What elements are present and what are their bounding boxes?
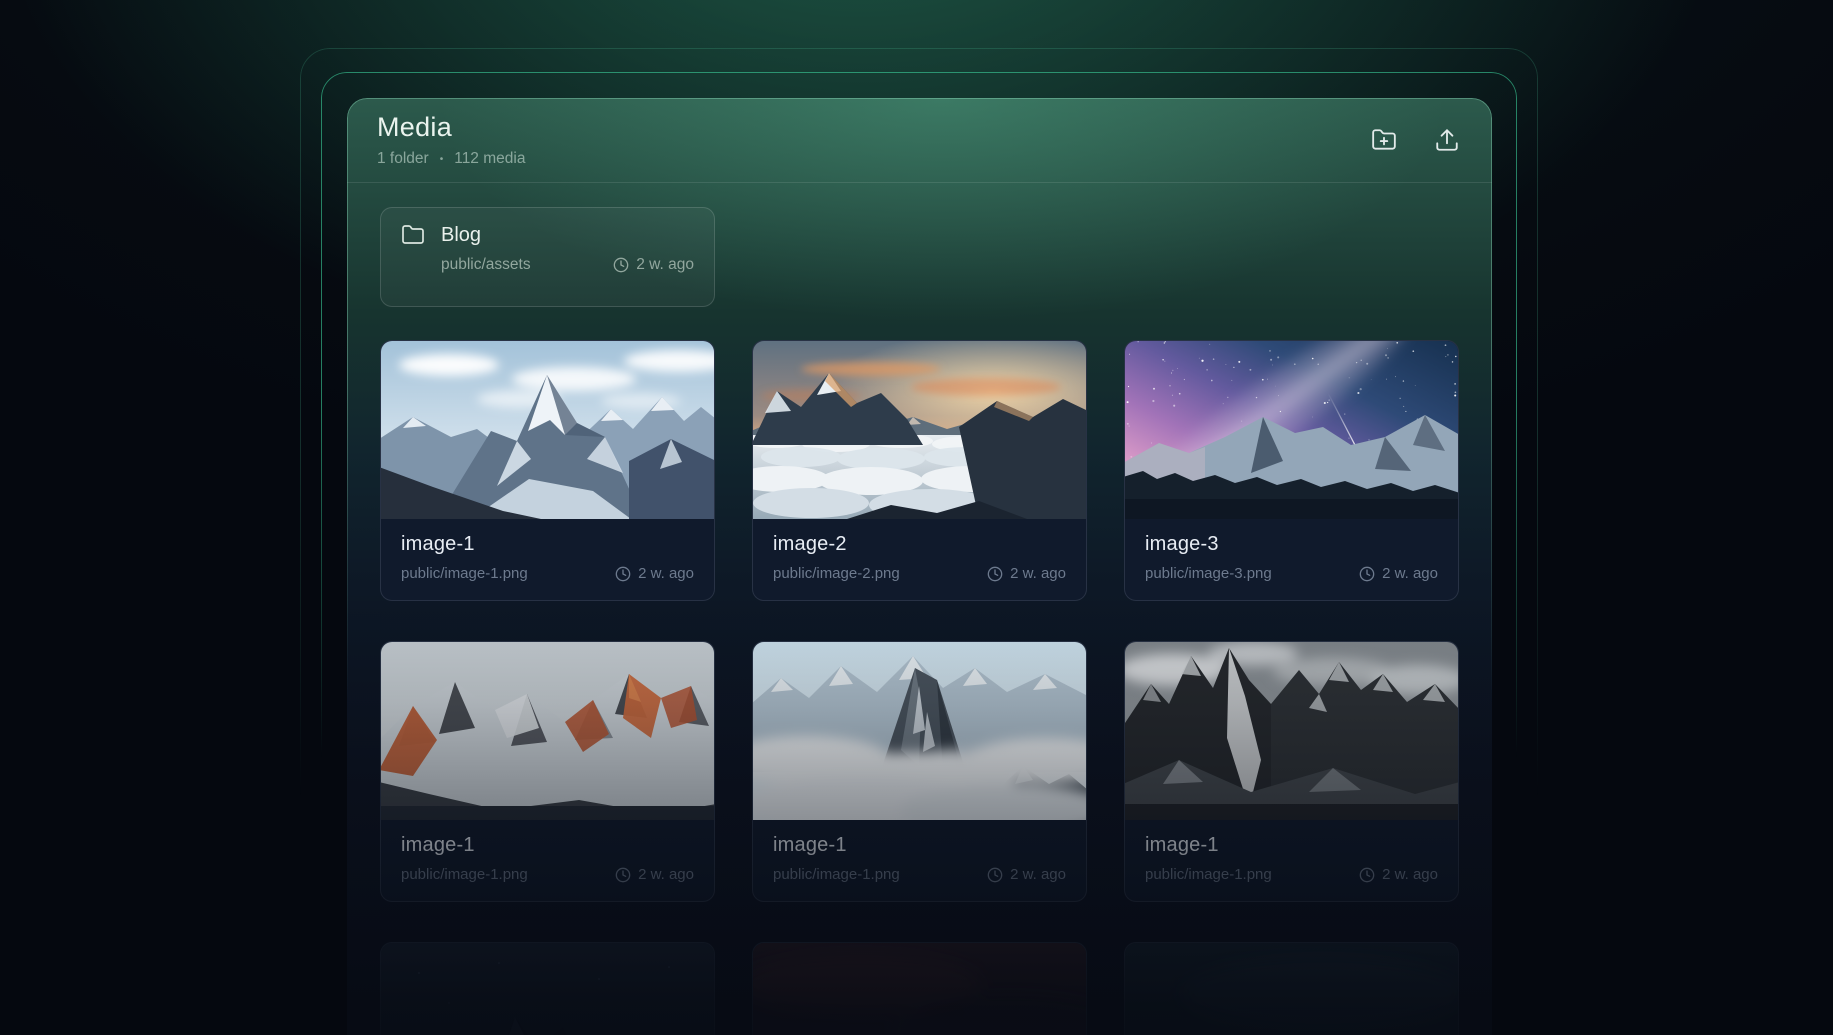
- upload-icon: [1434, 127, 1460, 153]
- clock-icon: [987, 566, 1003, 582]
- media-count: 112 media: [454, 150, 525, 168]
- media-name: image-3: [1145, 533, 1438, 556]
- media-library-page: { "header": { "title": "Media", "folders…: [0, 0, 1833, 1035]
- media-card-image-1[interactable]: image-1 public/image-1.png 2 w. ago: [1124, 641, 1459, 902]
- folder-row: Blog public/assets 2 w. ago: [380, 207, 1459, 307]
- panel-header: Media 1 folder • 112 media: [347, 98, 1492, 183]
- folder-card-blog[interactable]: Blog public/assets 2 w. ago: [380, 207, 715, 307]
- folder-plus-icon: [1371, 127, 1397, 153]
- thumbnail-image: [381, 943, 714, 1035]
- media-path: public/image-1.png: [401, 866, 528, 883]
- media-card-image-3[interactable]: image-3 public/image-3.png 2 w. ago: [1124, 340, 1459, 601]
- media-card-image-1[interactable]: image-1 public/image-1.png 2 w. ago: [752, 641, 1087, 902]
- thumbnail-image: [1125, 341, 1458, 519]
- thumbnail-image: [1125, 642, 1458, 820]
- media-card-image-2[interactable]: image-2 public/image-2.png 2 w. ago: [752, 340, 1087, 601]
- media-grid: image-1 public/image-1.png 2 w. ago imag…: [380, 340, 1459, 1035]
- media-modified-time: 2 w. ago: [1359, 565, 1438, 582]
- media-card-partial-9[interactable]: [1124, 942, 1459, 1035]
- media-modified-time: 2 w. ago: [987, 565, 1066, 582]
- media-card-image-1[interactable]: image-1 public/image-1.png 2 w. ago: [380, 340, 715, 601]
- media-path: public/image-2.png: [773, 565, 900, 582]
- media-name: image-1: [1145, 834, 1438, 857]
- media-panel: Media 1 folder • 112 media Blog public/a…: [347, 98, 1492, 1035]
- clock-icon: [1359, 566, 1375, 582]
- media-card-partial-7[interactable]: [380, 942, 715, 1035]
- media-name: image-1: [401, 533, 694, 556]
- media-card-partial-8[interactable]: [752, 942, 1087, 1035]
- library-stats: 1 folder • 112 media: [377, 150, 525, 168]
- panel-content: Blog public/assets 2 w. ago image-1 publ…: [347, 207, 1492, 1035]
- thumbnail-image: [753, 341, 1086, 519]
- upload-button[interactable]: [1432, 125, 1462, 155]
- stats-separator: •: [440, 154, 444, 165]
- media-name: image-1: [401, 834, 694, 857]
- media-path: public/image-1.png: [1145, 866, 1272, 883]
- media-modified-time: 2 w. ago: [615, 866, 694, 883]
- media-modified-time: 2 w. ago: [987, 866, 1066, 883]
- header-actions: [1369, 125, 1462, 155]
- clock-icon: [1359, 867, 1375, 883]
- folder-path: public/assets: [441, 256, 531, 274]
- folder-name: Blog: [441, 224, 481, 247]
- media-modified-time: 2 w. ago: [1359, 866, 1438, 883]
- clock-icon: [615, 867, 631, 883]
- media-card-image-1[interactable]: image-1 public/image-1.png 2 w. ago: [380, 641, 715, 902]
- media-path: public/image-3.png: [1145, 565, 1272, 582]
- media-modified-time: 2 w. ago: [615, 565, 694, 582]
- thumbnail-image: [1125, 943, 1458, 1035]
- clock-icon: [987, 867, 1003, 883]
- thumbnail-image: [753, 943, 1086, 1035]
- page-title: Media: [377, 112, 525, 143]
- new-folder-button[interactable]: [1369, 125, 1399, 155]
- folder-modified-time: 2 w. ago: [613, 256, 694, 274]
- clock-icon: [615, 566, 631, 582]
- thumbnail-image: [381, 341, 714, 519]
- header-titles: Media 1 folder • 112 media: [377, 112, 525, 168]
- clock-icon: [613, 257, 629, 273]
- media-name: image-2: [773, 533, 1066, 556]
- media-path: public/image-1.png: [773, 866, 900, 883]
- thumbnail-image: [753, 642, 1086, 820]
- thumbnail-image: [381, 642, 714, 820]
- folder-icon: [401, 223, 425, 247]
- media-name: image-1: [773, 834, 1066, 857]
- folder-count: 1 folder: [377, 150, 429, 168]
- media-path: public/image-1.png: [401, 565, 528, 582]
